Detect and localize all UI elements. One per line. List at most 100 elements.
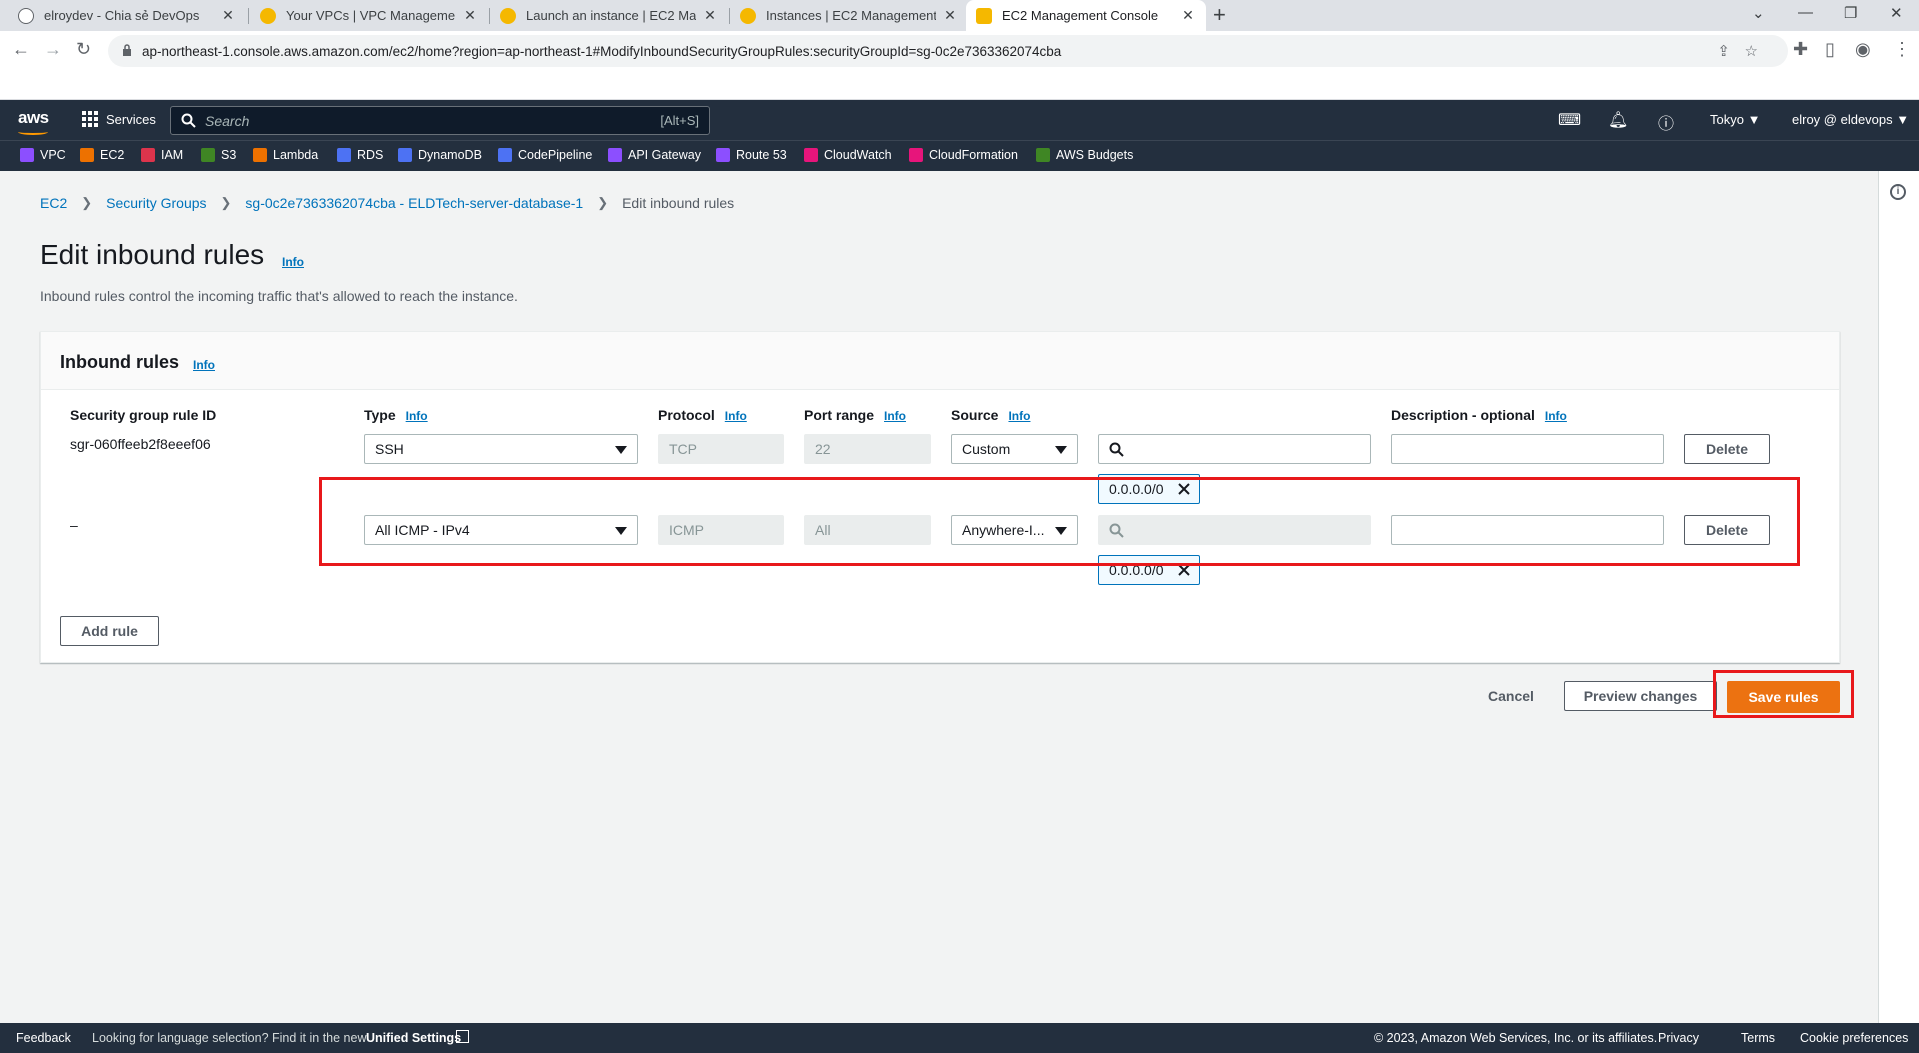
type-info-link[interactable]: Info	[406, 409, 428, 423]
page-info-link[interactable]: Info	[282, 255, 304, 269]
cancel-button[interactable]: Cancel	[1488, 688, 1534, 704]
column-header-source: Source Info	[951, 407, 1031, 423]
terms-link[interactable]: Terms	[1741, 1031, 1775, 1045]
description-input[interactable]	[1391, 434, 1664, 464]
codepipeline-icon	[498, 148, 512, 162]
cloudshell-icon[interactable]: ⌨	[1558, 110, 1581, 130]
search-icon	[181, 113, 196, 128]
back-icon[interactable]: ←	[12, 39, 30, 60]
services-menu-button[interactable]: Services	[82, 111, 156, 127]
panel-title: Inbound rules	[60, 352, 179, 372]
search-input[interactable]: Search [Alt+S]	[170, 106, 710, 135]
caret-down-icon	[1055, 446, 1067, 454]
cookie-preferences-link[interactable]: Cookie preferences	[1800, 1031, 1908, 1045]
browser-tab[interactable]: Your VPCs | VPC Management Co ✕	[250, 0, 488, 31]
help-icon[interactable]: ⓘ	[1658, 110, 1674, 134]
source-info-link[interactable]: Info	[1008, 409, 1030, 423]
info-panel-icon[interactable]: i	[1890, 184, 1906, 200]
browser-tab[interactable]: elroydev - Chia sẻ DevOps ✕	[8, 0, 246, 31]
browser-tab-active[interactable]: EC2 Management Console ✕	[966, 0, 1206, 31]
close-tab-icon[interactable]: ✕	[462, 7, 478, 24]
protocol-info-link[interactable]: Info	[725, 409, 747, 423]
iam-icon	[141, 148, 155, 162]
inbound-rules-panel: Inbound rules Info Security group rule I…	[40, 331, 1840, 663]
column-header-port-range: Port range Info	[804, 407, 907, 423]
share-icon[interactable]: ⇪	[1717, 42, 1730, 60]
cloudwatch-icon	[804, 148, 818, 162]
favorite-ec2[interactable]: EC2	[80, 148, 124, 162]
privacy-link[interactable]: Privacy	[1658, 1031, 1699, 1045]
favorite-s3[interactable]: S3	[201, 148, 236, 162]
rule-id: sgr-060ffeeb2f8eeef06	[70, 436, 211, 452]
close-window-icon[interactable]: ✕	[1890, 4, 1903, 22]
tab-search-icon[interactable]: ⌄	[1752, 4, 1765, 22]
profile-avatar-icon[interactable]: ◉	[1855, 39, 1871, 60]
favorite-cloudwatch[interactable]: CloudWatch	[804, 148, 892, 162]
region-selector[interactable]: Tokyo ▼	[1710, 112, 1760, 127]
close-tab-icon[interactable]: ✕	[1180, 7, 1196, 24]
side-panel-icon[interactable]: ▯	[1825, 39, 1835, 60]
breadcrumb-security-group[interactable]: sg-0c2e7363362074cba - ELDTech-server-da…	[245, 195, 583, 211]
aws-logo[interactable]: aws	[18, 108, 49, 128]
s3-icon	[201, 148, 215, 162]
cidr-search-input[interactable]	[1098, 434, 1371, 464]
close-tab-icon[interactable]: ✕	[702, 7, 718, 24]
lambda-icon	[253, 148, 267, 162]
restore-icon[interactable]: ❐	[1844, 4, 1857, 22]
page-title: Edit inbound rules	[40, 239, 265, 270]
add-rule-button[interactable]: Add rule	[60, 616, 159, 646]
chevron-right-icon: ❯	[220, 195, 232, 210]
search-icon	[1109, 442, 1124, 457]
reload-icon[interactable]: ↻	[76, 39, 91, 60]
close-tab-icon[interactable]: ✕	[942, 7, 958, 24]
notifications-bell-icon[interactable]: 🔔︎	[1608, 110, 1628, 130]
favorite-rds[interactable]: RDS	[337, 148, 383, 162]
panel-info-link[interactable]: Info	[193, 358, 215, 372]
right-tools-rail: i	[1878, 171, 1919, 1023]
favorite-iam[interactable]: IAM	[141, 148, 183, 162]
minimize-icon[interactable]: —	[1798, 4, 1813, 21]
forward-icon[interactable]: →	[44, 39, 62, 60]
favorite-aws-budgets[interactable]: AWS Budgets	[1036, 148, 1133, 162]
tab-favicon-icon	[18, 7, 34, 24]
description-info-link[interactable]: Info	[1545, 409, 1567, 423]
column-header-description: Description - optional Info	[1391, 407, 1567, 423]
breadcrumb: EC2 ❯ Security Groups ❯ sg-0c2e736336207…	[40, 195, 734, 211]
bookmark-star-icon[interactable]: ☆	[1745, 42, 1758, 60]
panel-header: Inbound rules Info	[41, 332, 1839, 390]
extensions-icon[interactable]: ✚	[1793, 39, 1808, 60]
favorite-lambda[interactable]: Lambda	[253, 148, 318, 162]
breadcrumb-ec2[interactable]: EC2	[40, 195, 67, 211]
cloudformation-icon	[909, 148, 923, 162]
unified-settings-link[interactable]: Unified Settings	[366, 1031, 461, 1045]
column-header-protocol: Protocol Info	[658, 407, 747, 423]
favorite-codepipeline[interactable]: CodePipeline	[498, 148, 592, 162]
address-bar[interactable]: ap-northeast-1.console.aws.amazon.com/ec…	[108, 35, 1788, 67]
chevron-right-icon: ❯	[597, 195, 609, 210]
port-range-field: 22	[804, 434, 931, 464]
api-gateway-icon	[608, 148, 622, 162]
account-menu[interactable]: elroy @ eldevops ▼	[1792, 112, 1909, 127]
save-rules-button[interactable]: Save rules	[1727, 681, 1840, 713]
tab-favicon-icon	[500, 7, 516, 24]
favorite-vpc[interactable]: VPC	[20, 148, 66, 162]
feedback-link[interactable]: Feedback	[16, 1031, 71, 1045]
favorite-dynamodb[interactable]: DynamoDB	[398, 148, 482, 162]
ec2-icon	[80, 148, 94, 162]
favorite-route-53[interactable]: Route 53	[716, 148, 787, 162]
new-tab-icon[interactable]: +	[1213, 2, 1226, 28]
favorite-api-gateway[interactable]: API Gateway	[608, 148, 701, 162]
port-range-info-link[interactable]: Info	[884, 409, 906, 423]
source-select[interactable]: Custom	[951, 434, 1078, 464]
dynamodb-icon	[398, 148, 412, 162]
type-select[interactable]: SSH	[364, 434, 638, 464]
rule-id: –	[70, 517, 78, 533]
browser-tab[interactable]: Launch an instance | EC2 Manage ✕	[490, 0, 728, 31]
breadcrumb-security-groups[interactable]: Security Groups	[106, 195, 206, 211]
browser-menu-icon[interactable]: ⋮	[1893, 39, 1911, 60]
preview-changes-button[interactable]: Preview changes	[1564, 681, 1717, 711]
favorite-cloudformation[interactable]: CloudFormation	[909, 148, 1018, 162]
delete-rule-button[interactable]: Delete	[1684, 434, 1770, 464]
browser-tab[interactable]: Instances | EC2 Management Co ✕	[730, 0, 968, 31]
close-tab-icon[interactable]: ✕	[220, 7, 236, 24]
